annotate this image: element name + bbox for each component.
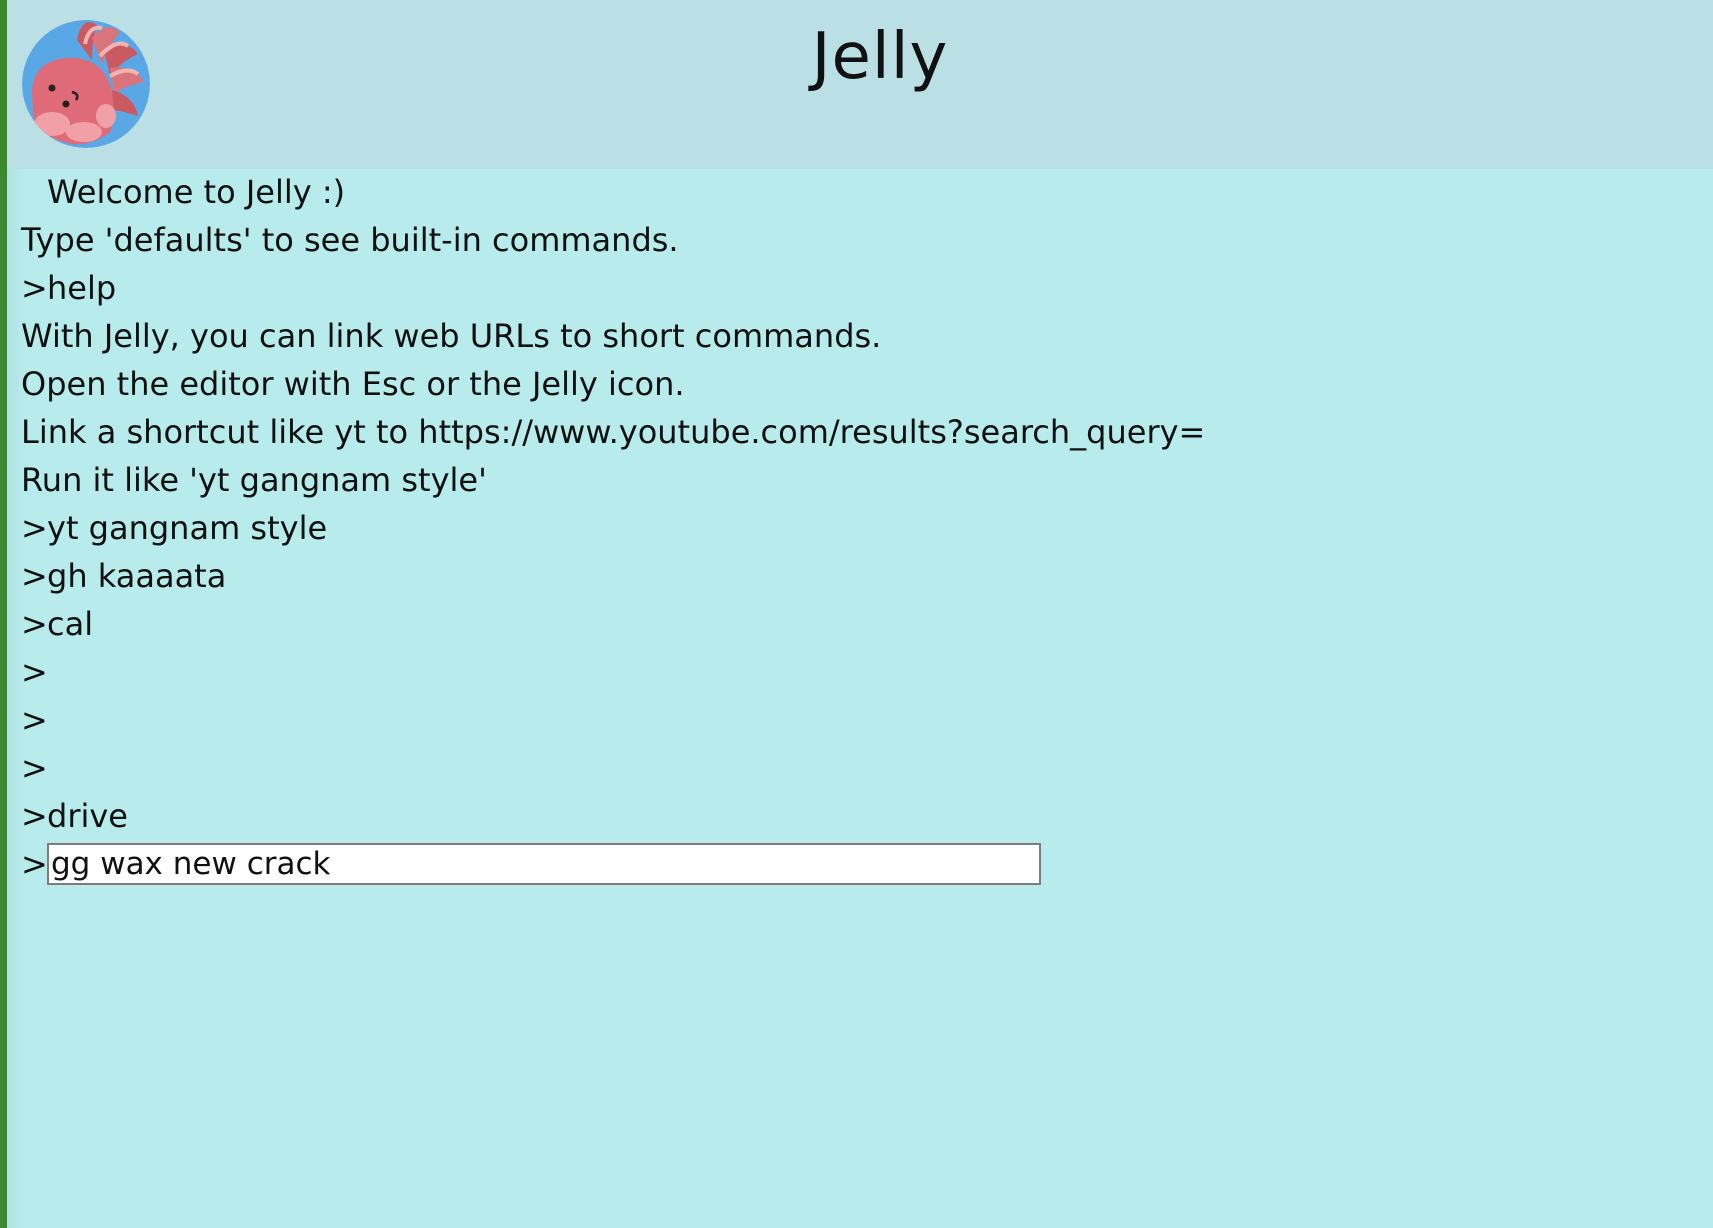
page-title: Jelly: [811, 20, 949, 94]
console-line: >: [21, 696, 1681, 744]
line-text: help: [47, 269, 117, 307]
console-line: >drive: [21, 792, 1681, 840]
prompt-symbol: >: [21, 269, 48, 307]
line-text: yt gangnam style: [47, 509, 328, 547]
console-line: >help: [21, 264, 1681, 312]
console-line: >: [21, 744, 1681, 792]
line-text: Open the editor with Esc or the Jelly ic…: [21, 365, 685, 403]
console-output: Welcome to Jelly :) Type 'defaults' to s…: [21, 168, 1681, 888]
console-line: >yt gangnam style: [21, 504, 1681, 552]
prompt-symbol: >: [21, 749, 48, 787]
prompt-symbol: >: [21, 701, 48, 739]
header: Jelly: [7, 0, 1713, 169]
prompt-symbol: >: [21, 845, 48, 883]
console-line: With Jelly, you can link web URLs to sho…: [21, 312, 1681, 360]
line-text: gh kaaaata: [47, 557, 227, 595]
command-input-row: >: [21, 840, 1681, 888]
line-text: Welcome to Jelly :): [47, 173, 346, 211]
console-line: >gh kaaaata: [21, 552, 1681, 600]
console-line: Welcome to Jelly :): [21, 168, 1681, 216]
line-text: drive: [47, 797, 128, 835]
console-line: Open the editor with Esc or the Jelly ic…: [21, 360, 1681, 408]
line-text: Link a shortcut like yt to https://www.y…: [21, 413, 1206, 451]
console-line: Run it like 'yt gangnam style': [21, 456, 1681, 504]
prompt-symbol: >: [21, 797, 48, 835]
console-line: Link a shortcut like yt to https://www.y…: [21, 408, 1681, 456]
console-line: >cal: [21, 600, 1681, 648]
line-text: Type 'defaults' to see built-in commands…: [21, 221, 679, 259]
line-text: With Jelly, you can link web URLs to sho…: [21, 317, 882, 355]
window-edge: [0, 0, 7, 1228]
command-input[interactable]: [47, 843, 1041, 885]
prompt-symbol: >: [21, 557, 48, 595]
prompt-symbol: >: [21, 605, 48, 643]
console-line: >: [21, 648, 1681, 696]
line-text: Run it like 'yt gangnam style': [21, 461, 487, 499]
console-line: Type 'defaults' to see built-in commands…: [21, 216, 1681, 264]
prompt-symbol: >: [21, 653, 48, 691]
line-text: cal: [47, 605, 94, 643]
prompt-symbol: >: [21, 509, 48, 547]
